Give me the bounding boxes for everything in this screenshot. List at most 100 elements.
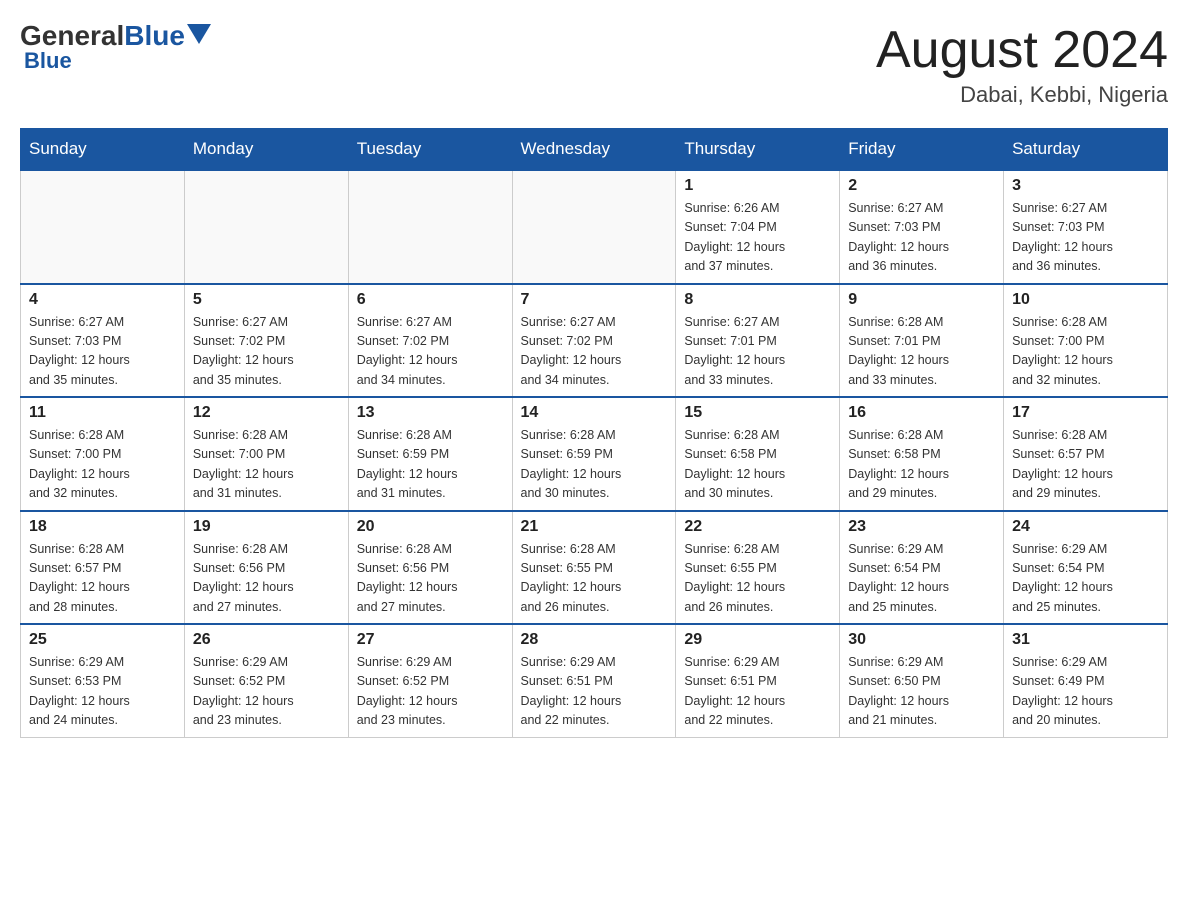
day-info: Sunrise: 6:29 AM Sunset: 6:50 PM Dayligh… xyxy=(848,653,995,731)
day-number: 11 xyxy=(29,404,176,422)
logo-triangle-icon xyxy=(187,24,211,44)
day-info: Sunrise: 6:28 AM Sunset: 6:58 PM Dayligh… xyxy=(848,426,995,504)
weekday-header-saturday: Saturday xyxy=(1004,129,1168,171)
day-info: Sunrise: 6:28 AM Sunset: 6:58 PM Dayligh… xyxy=(684,426,831,504)
calendar-cell: 21 Sunrise: 6:28 AM Sunset: 6:55 PM Dayli… xyxy=(512,511,676,625)
day-info: Sunrise: 6:27 AM Sunset: 7:02 PM Dayligh… xyxy=(521,313,668,391)
logo: GeneralBlue Blue xyxy=(20,20,211,74)
calendar-cell: 22 Sunrise: 6:28 AM Sunset: 6:55 PM Dayli… xyxy=(676,511,840,625)
day-info: Sunrise: 6:29 AM Sunset: 6:54 PM Dayligh… xyxy=(848,540,995,618)
day-number: 4 xyxy=(29,291,176,309)
day-number: 7 xyxy=(521,291,668,309)
calendar-cell: 19Sunrise: 6:28 AM Sunset: 6:56 PM Dayli… xyxy=(184,511,348,625)
calendar-week-row: 18Sunrise: 6:28 AM Sunset: 6:57 PM Dayli… xyxy=(21,511,1168,625)
day-info: Sunrise: 6:28 AM Sunset: 6:56 PM Dayligh… xyxy=(357,540,504,618)
calendar-cell xyxy=(348,170,512,284)
logo-blue-text: Blue xyxy=(124,20,185,52)
day-number: 29 xyxy=(684,631,831,649)
day-number: 15 xyxy=(684,404,831,422)
day-number: 9 xyxy=(848,291,995,309)
day-number: 8 xyxy=(684,291,831,309)
calendar-cell: 4Sunrise: 6:27 AM Sunset: 7:03 PM Daylig… xyxy=(21,284,185,398)
calendar-cell: 29Sunrise: 6:29 AM Sunset: 6:51 PM Dayli… xyxy=(676,624,840,737)
day-number: 25 xyxy=(29,631,176,649)
day-number: 22 xyxy=(684,518,831,536)
calendar-cell: 18Sunrise: 6:28 AM Sunset: 6:57 PM Dayli… xyxy=(21,511,185,625)
day-info: Sunrise: 6:29 AM Sunset: 6:53 PM Dayligh… xyxy=(29,653,176,731)
title-block: August 2024 Dabai, Kebbi, Nigeria xyxy=(876,20,1168,108)
day-info: Sunrise: 6:29 AM Sunset: 6:51 PM Dayligh… xyxy=(521,653,668,731)
weekday-header-thursday: Thursday xyxy=(676,129,840,171)
day-number: 6 xyxy=(357,291,504,309)
day-info: Sunrise: 6:26 AM Sunset: 7:04 PM Dayligh… xyxy=(684,199,831,277)
day-number: 23 xyxy=(848,518,995,536)
day-number: 27 xyxy=(357,631,504,649)
day-number: 10 xyxy=(1012,291,1159,309)
day-info: Sunrise: 6:28 AM Sunset: 6:57 PM Dayligh… xyxy=(1012,426,1159,504)
calendar-cell: 10 Sunrise: 6:28 AM Sunset: 7:00 PM Dayli… xyxy=(1004,284,1168,398)
day-info: Sunrise: 6:29 AM Sunset: 6:52 PM Dayligh… xyxy=(357,653,504,731)
day-number: 16 xyxy=(848,404,995,422)
calendar-cell: 28 Sunrise: 6:29 AM Sunset: 6:51 PM Dayli… xyxy=(512,624,676,737)
logo-subtitle: Blue xyxy=(20,48,72,74)
day-info: Sunrise: 6:29 AM Sunset: 6:52 PM Dayligh… xyxy=(193,653,340,731)
calendar-cell xyxy=(184,170,348,284)
day-number: 28 xyxy=(521,631,668,649)
day-number: 19 xyxy=(193,518,340,536)
calendar-cell: 1 Sunrise: 6:26 AM Sunset: 7:04 PM Daylig… xyxy=(676,170,840,284)
day-info: Sunrise: 6:27 AM Sunset: 7:02 PM Dayligh… xyxy=(357,313,504,391)
day-info: Sunrise: 6:28 AM Sunset: 6:55 PM Dayligh… xyxy=(521,540,668,618)
calendar-cell xyxy=(21,170,185,284)
calendar-cell: 8 Sunrise: 6:27 AM Sunset: 7:01 PM Daylig… xyxy=(676,284,840,398)
calendar-cell: 15 Sunrise: 6:28 AM Sunset: 6:58 PM Dayli… xyxy=(676,397,840,511)
calendar-cell: 14 Sunrise: 6:28 AM Sunset: 6:59 PM Dayli… xyxy=(512,397,676,511)
day-info: Sunrise: 6:28 AM Sunset: 7:00 PM Dayligh… xyxy=(193,426,340,504)
day-number: 1 xyxy=(684,177,831,195)
calendar-cell: 5 Sunrise: 6:27 AM Sunset: 7:02 PM Daylig… xyxy=(184,284,348,398)
month-title: August 2024 xyxy=(876,20,1168,80)
day-number: 14 xyxy=(521,404,668,422)
calendar-cell xyxy=(512,170,676,284)
day-info: Sunrise: 6:28 AM Sunset: 7:01 PM Dayligh… xyxy=(848,313,995,391)
calendar-cell: 3Sunrise: 6:27 AM Sunset: 7:03 PM Daylig… xyxy=(1004,170,1168,284)
calendar-week-row: 11 Sunrise: 6:28 AM Sunset: 7:00 PM Dayli… xyxy=(21,397,1168,511)
day-number: 30 xyxy=(848,631,995,649)
weekday-header-friday: Friday xyxy=(840,129,1004,171)
day-info: Sunrise: 6:28 AM Sunset: 6:59 PM Dayligh… xyxy=(521,426,668,504)
calendar-cell: 12 Sunrise: 6:28 AM Sunset: 7:00 PM Dayli… xyxy=(184,397,348,511)
day-info: Sunrise: 6:27 AM Sunset: 7:01 PM Dayligh… xyxy=(684,313,831,391)
calendar-cell: 9 Sunrise: 6:28 AM Sunset: 7:01 PM Daylig… xyxy=(840,284,1004,398)
day-number: 2 xyxy=(848,177,995,195)
day-info: Sunrise: 6:28 AM Sunset: 7:00 PM Dayligh… xyxy=(1012,313,1159,391)
day-number: 24 xyxy=(1012,518,1159,536)
day-info: Sunrise: 6:29 AM Sunset: 6:49 PM Dayligh… xyxy=(1012,653,1159,731)
calendar-cell: 13 Sunrise: 6:28 AM Sunset: 6:59 PM Dayli… xyxy=(348,397,512,511)
calendar-cell: 6 Sunrise: 6:27 AM Sunset: 7:02 PM Daylig… xyxy=(348,284,512,398)
day-info: Sunrise: 6:27 AM Sunset: 7:02 PM Dayligh… xyxy=(193,313,340,391)
calendar-cell: 17 Sunrise: 6:28 AM Sunset: 6:57 PM Dayli… xyxy=(1004,397,1168,511)
calendar-cell: 11 Sunrise: 6:28 AM Sunset: 7:00 PM Dayli… xyxy=(21,397,185,511)
day-info: Sunrise: 6:28 AM Sunset: 6:55 PM Dayligh… xyxy=(684,540,831,618)
calendar-cell: 2Sunrise: 6:27 AM Sunset: 7:03 PM Daylig… xyxy=(840,170,1004,284)
calendar-cell: 31Sunrise: 6:29 AM Sunset: 6:49 PM Dayli… xyxy=(1004,624,1168,737)
day-number: 5 xyxy=(193,291,340,309)
day-number: 21 xyxy=(521,518,668,536)
day-number: 13 xyxy=(357,404,504,422)
calendar-week-row: 4Sunrise: 6:27 AM Sunset: 7:03 PM Daylig… xyxy=(21,284,1168,398)
calendar-cell: 25 Sunrise: 6:29 AM Sunset: 6:53 PM Dayli… xyxy=(21,624,185,737)
calendar-cell: 26 Sunrise: 6:29 AM Sunset: 6:52 PM Dayli… xyxy=(184,624,348,737)
calendar-week-row: 1 Sunrise: 6:26 AM Sunset: 7:04 PM Daylig… xyxy=(21,170,1168,284)
weekday-header-sunday: Sunday xyxy=(21,129,185,171)
calendar-cell: 16 Sunrise: 6:28 AM Sunset: 6:58 PM Dayli… xyxy=(840,397,1004,511)
day-number: 18 xyxy=(29,518,176,536)
day-number: 20 xyxy=(357,518,504,536)
day-number: 26 xyxy=(193,631,340,649)
day-number: 3 xyxy=(1012,177,1159,195)
weekday-header-wednesday: Wednesday xyxy=(512,129,676,171)
day-number: 17 xyxy=(1012,404,1159,422)
weekday-header-row: SundayMondayTuesdayWednesdayThursdayFrid… xyxy=(21,129,1168,171)
day-info: Sunrise: 6:28 AM Sunset: 6:59 PM Dayligh… xyxy=(357,426,504,504)
calendar-week-row: 25 Sunrise: 6:29 AM Sunset: 6:53 PM Dayli… xyxy=(21,624,1168,737)
day-info: Sunrise: 6:28 AM Sunset: 7:00 PM Dayligh… xyxy=(29,426,176,504)
day-number: 12 xyxy=(193,404,340,422)
